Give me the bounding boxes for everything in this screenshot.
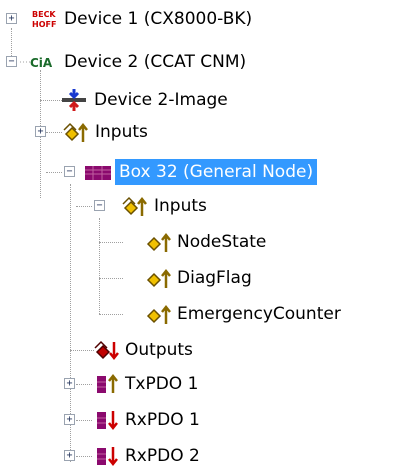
svg-text:BECK: BECK — [32, 10, 56, 19]
tree-item-rxpdo1[interactable]: + RxPDO 1 — [0, 403, 406, 437]
collapse-icon[interactable]: − — [6, 56, 17, 67]
tree-item-device2-inputs[interactable]: + Inputs — [0, 115, 406, 149]
tree-item-label: Outputs — [125, 340, 193, 360]
tree-item-box32[interactable]: − Box 32 (General Node) — [0, 155, 406, 189]
tree-item-nodestate[interactable]: NodeState — [0, 225, 406, 259]
collapse-icon[interactable]: − — [64, 166, 75, 177]
input-variable-icon — [146, 230, 174, 254]
cia-logo-icon: CiA — [20, 50, 53, 74]
tree-item-device2[interactable]: − CiA Device 2 (CCAT CNM) — [0, 45, 406, 79]
process-image-icon — [60, 88, 88, 112]
tree-item-label: Device 2 (CCAT CNM) — [64, 52, 247, 72]
tree-item-device2-image[interactable]: Device 2-Image — [0, 83, 406, 117]
tree-item-diagflag[interactable]: DiagFlag — [0, 261, 406, 295]
tree-item-label-selected: Box 32 (General Node) — [115, 159, 318, 185]
tree-item-label: DiagFlag — [177, 268, 252, 288]
tree-item-label: Inputs — [154, 196, 207, 216]
expand-icon[interactable]: + — [64, 450, 75, 461]
txpdo-icon — [93, 372, 121, 396]
input-variable-icon — [146, 266, 174, 290]
box-node-icon — [83, 160, 111, 184]
tree-item-label: Device 2-Image — [94, 90, 228, 110]
expand-icon[interactable]: + — [64, 414, 75, 425]
tree-item-label: RxPDO 1 — [125, 410, 200, 430]
inputs-icon — [121, 194, 149, 218]
tree-item-label: TxPDO 1 — [125, 374, 199, 394]
rxpdo-icon — [93, 408, 121, 432]
beckhoff-logo-icon: BECK HOFF — [30, 7, 58, 31]
svg-text:HOFF: HOFF — [32, 20, 56, 29]
tree-item-device1[interactable]: + BECK HOFF Device 1 (CX8000-BK) — [0, 2, 406, 36]
input-variable-icon — [146, 302, 174, 326]
svg-text:CiA: CiA — [30, 56, 52, 70]
io-tree-view[interactable]: + BECK HOFF Device 1 (CX8000-BK) − CiA D… — [0, 0, 406, 471]
tree-item-label: Device 1 (CX8000-BK) — [64, 9, 253, 29]
outputs-icon — [93, 338, 121, 362]
inputs-icon — [62, 120, 90, 144]
tree-item-rxpdo2[interactable]: + RxPDO 2 — [0, 439, 406, 473]
tree-item-label: NodeState — [177, 232, 267, 252]
tree-item-box32-outputs[interactable]: Outputs — [0, 333, 406, 367]
tree-item-label: EmergencyCounter — [177, 304, 341, 324]
rxpdo-icon — [93, 444, 121, 468]
expand-icon[interactable]: + — [6, 13, 17, 24]
tree-item-emergencycounter[interactable]: EmergencyCounter — [0, 297, 406, 331]
tree-item-txpdo1[interactable]: + TxPDO 1 — [0, 367, 406, 401]
expand-icon[interactable]: + — [64, 378, 75, 389]
tree-item-label: RxPDO 2 — [125, 446, 200, 466]
expand-icon[interactable]: + — [35, 126, 46, 137]
tree-item-box32-inputs[interactable]: − Inputs — [0, 189, 406, 223]
collapse-icon[interactable]: − — [94, 200, 105, 211]
tree-item-label: Inputs — [95, 122, 148, 142]
